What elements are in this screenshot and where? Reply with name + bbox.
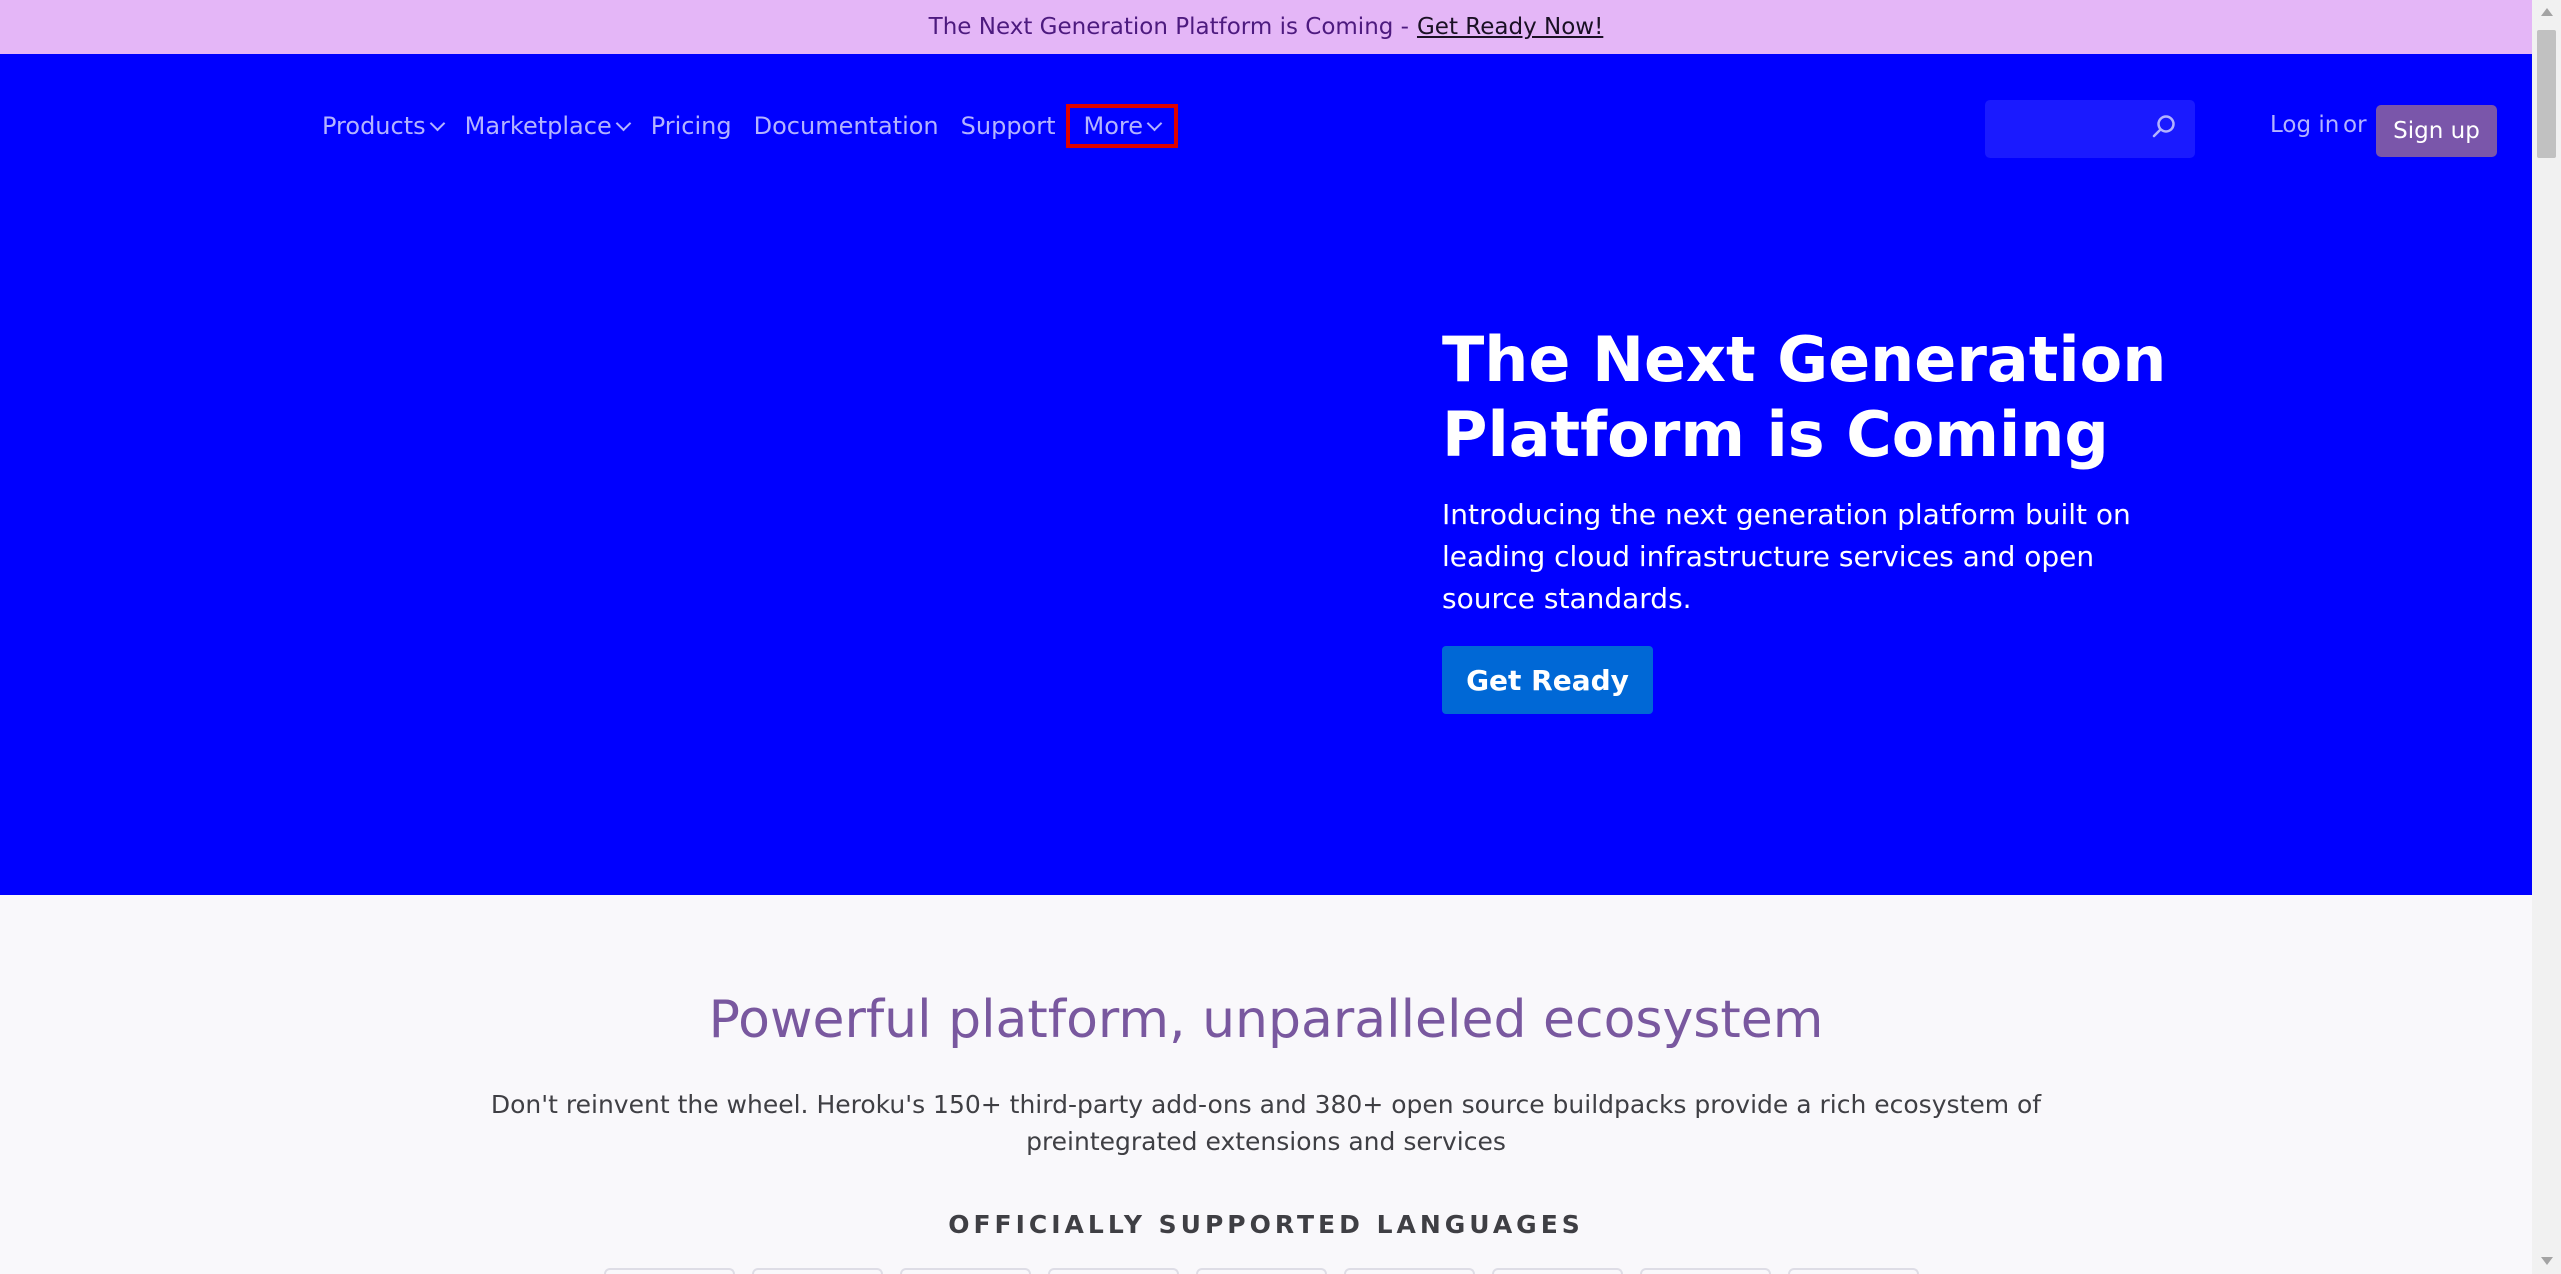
language-tile[interactable] <box>1788 1268 1919 1274</box>
or-separator: or <box>2343 112 2367 138</box>
nav-item-label: More <box>1083 112 1144 140</box>
nav-item-support[interactable]: Support <box>961 112 1056 140</box>
nav-item-products[interactable]: Products <box>322 112 445 140</box>
language-tile[interactable] <box>1196 1268 1327 1274</box>
page-scrollbar[interactable] <box>2532 0 2561 1274</box>
login-link[interactable]: Log in <box>2270 112 2339 138</box>
nav-item-pricing[interactable]: Pricing <box>651 112 732 140</box>
nav-item-label: Products <box>322 112 426 140</box>
hero-description: Introducing the next generation platform… <box>1442 498 2131 615</box>
hero-title: The Next Generation Platform is Coming <box>1442 323 2167 471</box>
nav-item-label: Documentation <box>753 112 939 140</box>
chevron-down-icon <box>615 115 631 131</box>
get-ready-now-link[interactable]: Get Ready Now! <box>1417 14 1603 40</box>
ecosystem-description: Don't reinvent the wheel. Heroku's 150+ … <box>490 1090 2042 1156</box>
ecosystem-title: Powerful platform, unparalleled ecosyste… <box>708 990 1824 1050</box>
promo-banner: The Next Generation Platform is Coming -… <box>0 0 2532 54</box>
language-tile[interactable] <box>752 1268 883 1274</box>
nav-item-label: Support <box>960 112 1056 140</box>
language-tile[interactable] <box>1048 1268 1179 1274</box>
search-icon[interactable] <box>2151 114 2177 140</box>
language-tile[interactable] <box>900 1268 1031 1274</box>
get-ready-button[interactable]: Get Ready <box>1442 646 1653 714</box>
scroll-down-arrow-icon[interactable] <box>2541 1257 2553 1265</box>
language-tile[interactable] <box>1492 1268 1623 1274</box>
nav-item-documentation[interactable]: Documentation <box>754 112 939 140</box>
signup-button[interactable]: Sign up <box>2376 105 2497 157</box>
search-input[interactable] <box>1985 100 2195 158</box>
nav-item-label: Marketplace <box>464 112 612 140</box>
chevron-down-icon <box>1146 115 1163 131</box>
scrollbar-thumb[interactable] <box>2537 30 2556 158</box>
nav-item-marketplace[interactable]: Marketplace <box>464 112 631 140</box>
chevron-down-icon <box>429 115 445 131</box>
language-tile[interactable] <box>1640 1268 1771 1274</box>
main-nav: Products Marketplace Pricing Documentati… <box>322 100 1196 152</box>
nav-item-more[interactable]: More <box>1065 104 1178 148</box>
scroll-up-arrow-icon[interactable] <box>2541 8 2553 16</box>
nav-item-label: Pricing <box>650 112 732 140</box>
languages-heading: OFFICIALLY SUPPORTED LANGUAGES <box>948 1210 1584 1239</box>
promo-banner-text: The Next Generation Platform is Coming - <box>928 14 1409 40</box>
language-tile[interactable] <box>604 1268 735 1274</box>
language-tile[interactable] <box>1344 1268 1475 1274</box>
language-tiles <box>604 1268 1936 1274</box>
hero-section <box>0 54 2532 895</box>
